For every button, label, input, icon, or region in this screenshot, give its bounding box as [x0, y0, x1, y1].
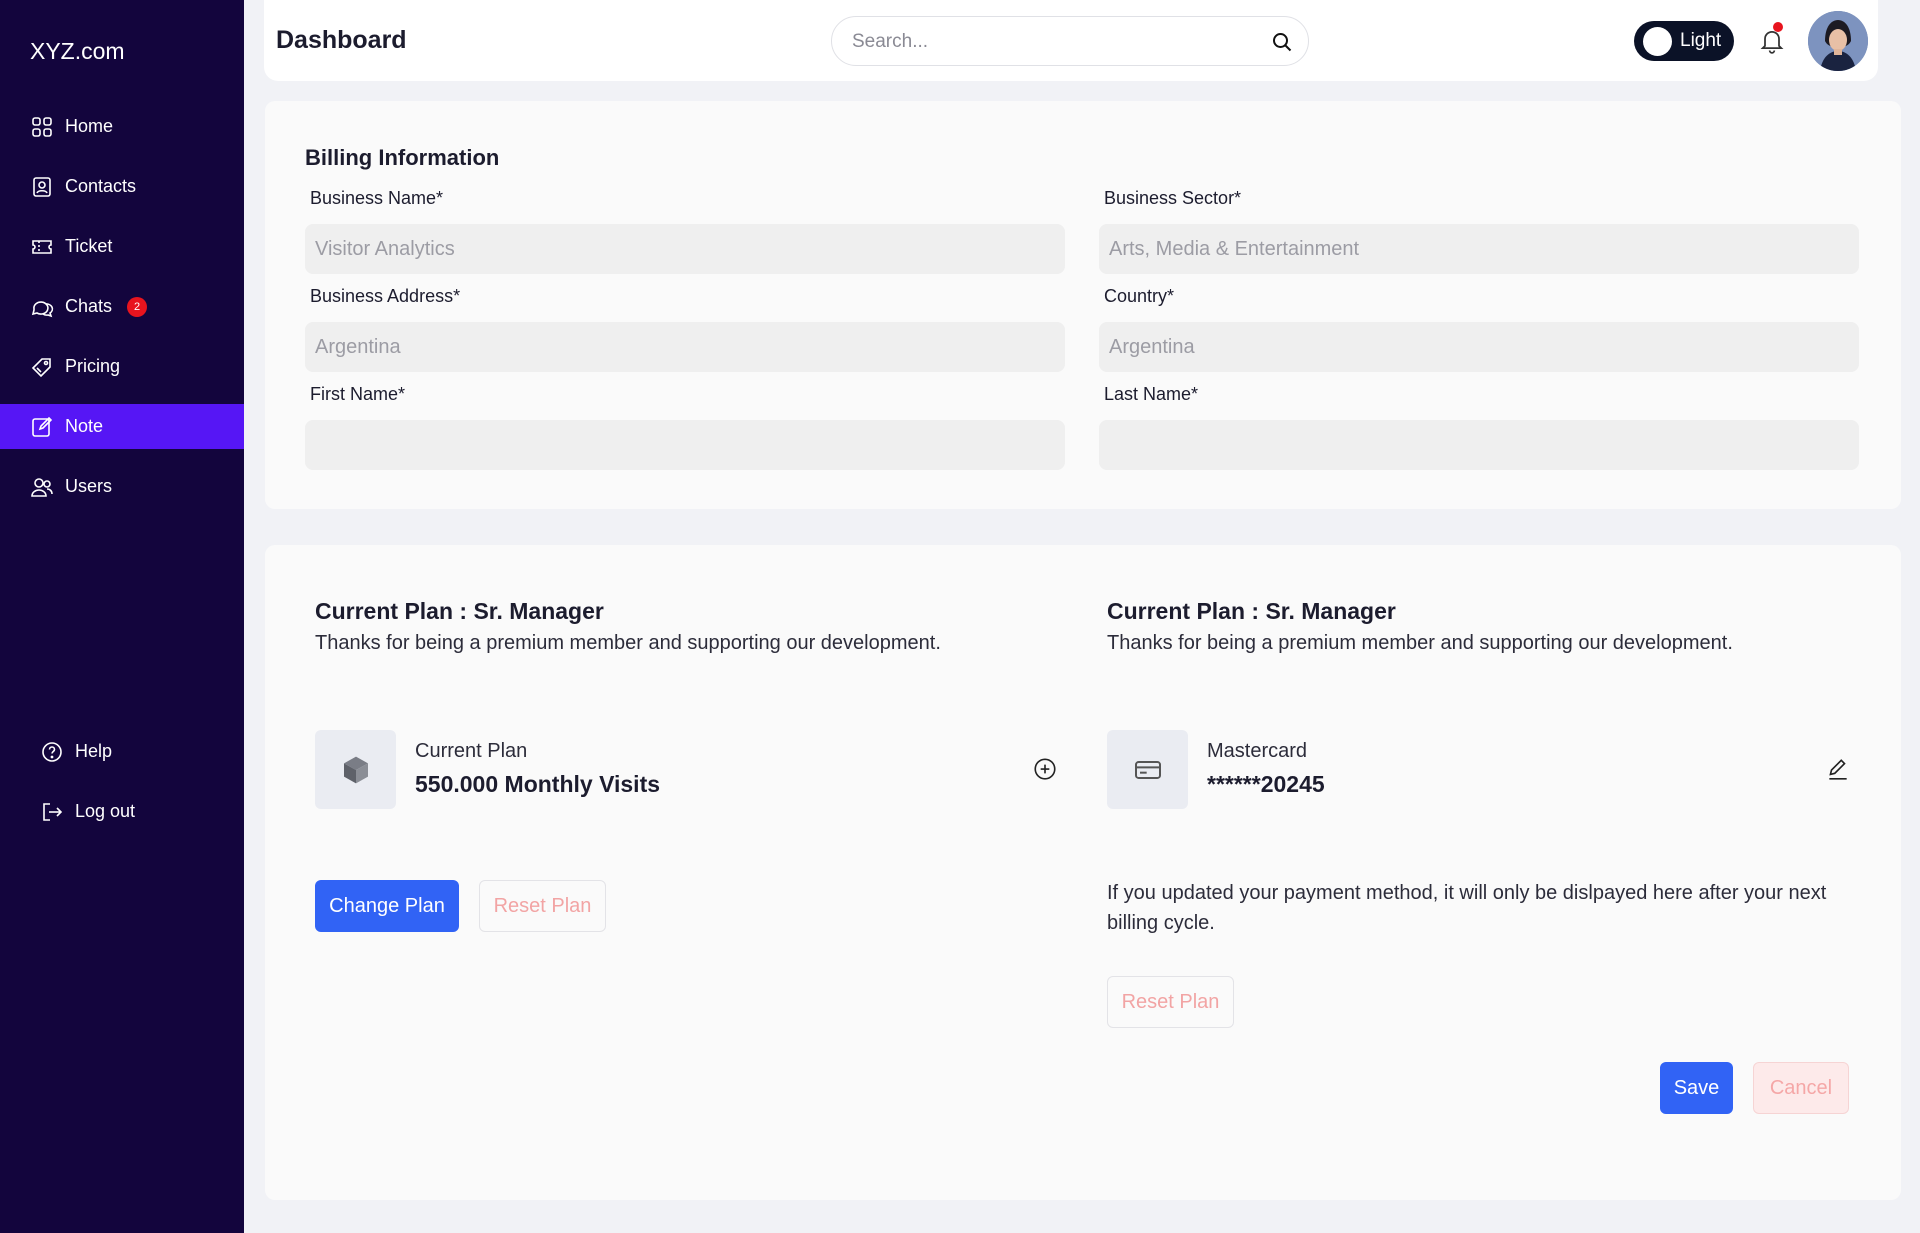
payment-plan-title: Current Plan : Sr. Manager: [1107, 598, 1396, 624]
sidebar-item-label: Ticket: [65, 236, 113, 256]
sidebar-item-help[interactable]: Help: [0, 729, 244, 774]
cancel-button[interactable]: Cancel: [1753, 1062, 1849, 1114]
card-brand-label: Mastercard: [1207, 740, 1308, 762]
sidebar-item-label: Users: [65, 476, 113, 496]
sidebar-item-label: Home: [65, 116, 114, 136]
avatar-image: [1808, 11, 1868, 71]
sidebar: XYZ.com Home Contacts Ticket Chats 2 Pri…: [0, 0, 244, 1233]
business-address-field[interactable]: [305, 322, 1065, 372]
first-name-label: First Name*: [310, 384, 406, 404]
sidebar-item-ticket[interactable]: Ticket: [0, 224, 244, 269]
sidebar-item-chats[interactable]: Chats 2: [0, 284, 244, 329]
top-bar: Dashboard Light: [264, 0, 1878, 81]
current-plan-label: Current Plan: [415, 740, 528, 762]
sidebar-item-label: Pricing: [65, 356, 121, 376]
billing-title: Billing Information: [305, 145, 500, 170]
toggle-knob: [1643, 26, 1672, 56]
sidebar-nav: Home Contacts Ticket Chats 2 Pricing Not…: [0, 104, 244, 524]
plan-card: Current Plan : Sr. Manager Thanks for be…: [265, 545, 1901, 1200]
plan-subtitle: Thanks for being a premium member and su…: [315, 632, 941, 654]
reset-plan-button[interactable]: Reset Plan: [479, 880, 606, 932]
sidebar-item-label: Log out: [75, 801, 136, 821]
last-name-label: Last Name*: [1104, 384, 1199, 404]
payment-plan-subtitle: Thanks for being a premium member and su…: [1107, 632, 1733, 654]
cube-icon: [343, 756, 368, 783]
add-circle-icon[interactable]: [1032, 756, 1058, 782]
plan-title: Current Plan : Sr. Manager: [315, 598, 604, 624]
reset-payment-plan-button[interactable]: Reset Plan: [1107, 976, 1234, 1028]
tag-icon: [31, 357, 51, 377]
theme-toggle[interactable]: Light: [1634, 21, 1734, 61]
sidebar-item-label: Help: [75, 741, 113, 761]
plan-tile: [315, 730, 396, 809]
card-number-value: ******20245: [1207, 771, 1325, 797]
grid-icon: [32, 116, 52, 137]
sidebar-bottom-nav: Help Log out: [0, 729, 244, 849]
save-button[interactable]: Save: [1660, 1062, 1733, 1114]
sidebar-item-logout[interactable]: Log out: [0, 789, 244, 834]
sidebar-item-contacts[interactable]: Contacts: [0, 164, 244, 209]
country-label: Country*: [1104, 286, 1175, 306]
last-name-field[interactable]: [1099, 420, 1859, 470]
sidebar-item-note[interactable]: Note: [0, 404, 244, 449]
notification-dot: [1773, 22, 1783, 32]
search-input[interactable]: [852, 29, 1252, 55]
contacts-icon: [33, 176, 51, 197]
payment-update-note: If you updated your payment method, it w…: [1107, 882, 1827, 934]
chats-count-badge: 2: [127, 296, 148, 317]
ticket-icon: [32, 239, 52, 254]
help-icon: [42, 741, 62, 762]
chat-icon: [31, 300, 54, 317]
search-box: [831, 16, 1309, 66]
country-field[interactable]: [1099, 322, 1859, 372]
page-title: Dashboard: [276, 26, 407, 54]
change-plan-button[interactable]: Change Plan: [315, 880, 459, 932]
sidebar-item-label: Chats: [65, 296, 113, 316]
business-sector-label: Business Sector*: [1104, 188, 1242, 208]
note-icon: [32, 416, 53, 437]
sidebar-item-label: Contacts: [65, 176, 137, 196]
sidebar-item-label: Note: [65, 416, 104, 436]
users-icon: [31, 477, 53, 497]
current-plan-value: 550.000 Monthly Visits: [415, 771, 661, 797]
logout-icon: [43, 802, 63, 821]
business-name-field[interactable]: [305, 224, 1065, 274]
first-name-field[interactable]: [305, 420, 1065, 470]
sidebar-item-users[interactable]: Users: [0, 464, 244, 509]
sidebar-item-home[interactable]: Home: [0, 104, 244, 149]
sidebar-item-pricing[interactable]: Pricing: [0, 344, 244, 389]
card-tile: [1107, 730, 1188, 809]
brand-logo[interactable]: XYZ.com: [30, 38, 125, 65]
credit-card-icon: [1134, 760, 1161, 779]
business-sector-field[interactable]: [1099, 224, 1859, 274]
billing-card: Billing Information Business Name* Busin…: [265, 101, 1901, 509]
business-address-label: Business Address*: [310, 286, 461, 306]
edit-pencil-icon[interactable]: [1825, 756, 1851, 782]
business-name-label: Business Name*: [310, 188, 444, 208]
theme-toggle-label: Light: [1680, 30, 1722, 51]
search-icon[interactable]: [1270, 30, 1294, 54]
avatar[interactable]: [1808, 11, 1868, 71]
